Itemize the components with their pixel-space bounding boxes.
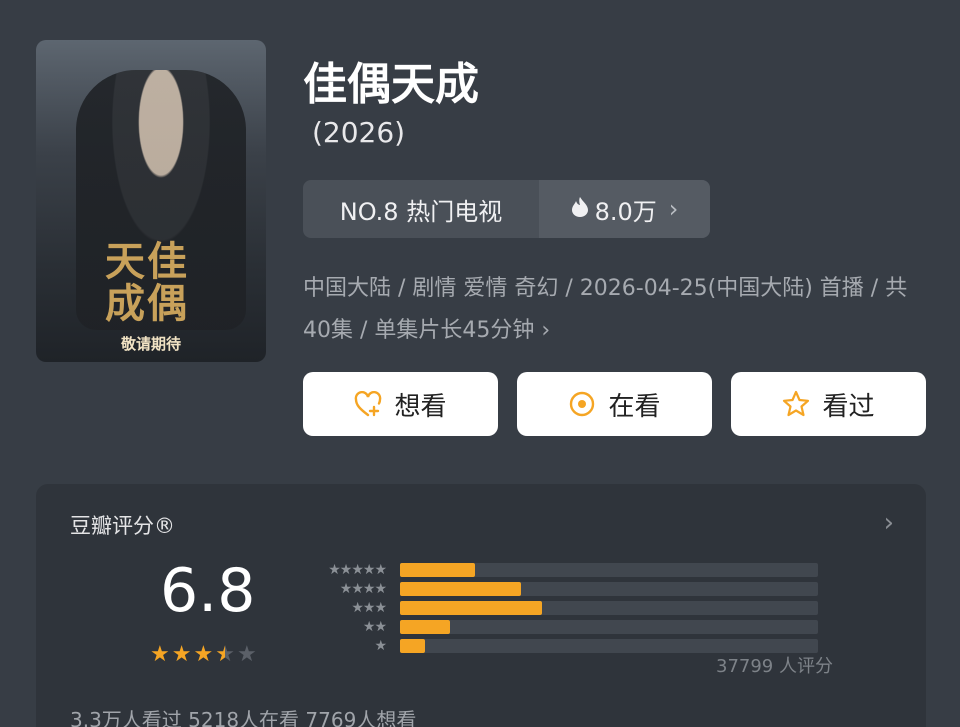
rating-bar-fill [400,581,522,596]
release-year: (2026) [312,116,406,149]
rank-label[interactable]: NO.8 热门电视 [303,180,539,238]
page-title: 佳偶天成 [303,59,479,110]
watching-button[interactable]: 在看 [517,372,712,436]
rating-bar-row: ★★★★ [296,579,818,598]
heat-value[interactable]: 8.0万 › [539,180,710,238]
rating-star-icon: ★ [193,642,214,667]
fire-icon [571,195,589,223]
rating-star-icon: ★ [236,642,257,667]
rating-bar-stars: ★★★★ [339,580,387,597]
rating-bar-fill [400,600,543,615]
star-icon [782,390,810,418]
want-label: 想看 [394,391,447,422]
meta-text: 中国大陆 / 剧情 爱情 奇幻 / 2026-04-25(中国大陆) 首播 / … [303,276,908,343]
heart-plus-icon [354,390,382,418]
chevron-right-icon[interactable]: › [884,508,894,538]
heat-count: 8.0万 [594,197,657,226]
rating-star-icon: ★ [171,642,192,667]
chevron-right-icon: › [668,195,679,223]
rank-badge[interactable]: NO.8 热门电视 8.0万 › [303,180,710,238]
want-to-watch-button[interactable]: 想看 [303,372,498,436]
rating-bar-track [400,638,818,653]
poster-image[interactable]: 佳偶天成 敬请期待 [36,40,266,362]
rating-distribution: ★★★★★ ★★★★ ★★★ ★★ ★ [296,560,818,655]
watch-summary: 3.3万人看过 5218人在看 7769人想看 [70,708,417,727]
rating-star-icon: ★ [150,642,170,667]
rating-bar-track [400,562,818,577]
rating-bar-track [400,581,818,596]
rating-score: 6.8 [160,556,256,626]
show-meta[interactable]: 中国大陆 / 剧情 爱情 奇幻 / 2026-04-25(中国大陆) 首播 / … [303,268,933,352]
rating-bar-fill [400,638,426,653]
rating-bar-fill [400,562,476,577]
rating-count: 37799 人评分 [716,656,833,677]
rating-card[interactable]: 豆瓣评分® › 6.8 ★ ★ ★ ★ ★ ★★★★★ ★★★★ ★★★ ★★ ★ 37799 … [36,484,926,727]
watching-label: 在看 [608,391,661,422]
rating-bar-fill [400,619,451,634]
rating-bar-row: ★★★ [296,598,818,617]
watched-label: 看过 [822,391,875,422]
rating-stars: ★ ★ ★ ★ ★ [150,642,257,667]
rating-bar-stars: ★★★★★ [328,561,387,578]
rating-star-icon: ★ [215,642,235,667]
rating-bar-row: ★★★★★ [296,560,818,579]
target-icon [568,390,596,418]
rating-bar-track [400,600,818,615]
rating-bar-track [400,619,818,634]
rating-bar-stars: ★★★ [351,599,387,616]
rating-label: 豆瓣评分® [70,514,175,538]
chevron-right-icon: › [534,318,551,343]
rating-bar-stars: ★ [374,637,387,654]
watched-button[interactable]: 看过 [731,372,926,436]
rating-bar-row: ★★ [296,617,818,636]
poster-tag: 敬请期待 [120,335,181,353]
rating-bar-stars: ★★ [362,618,387,635]
